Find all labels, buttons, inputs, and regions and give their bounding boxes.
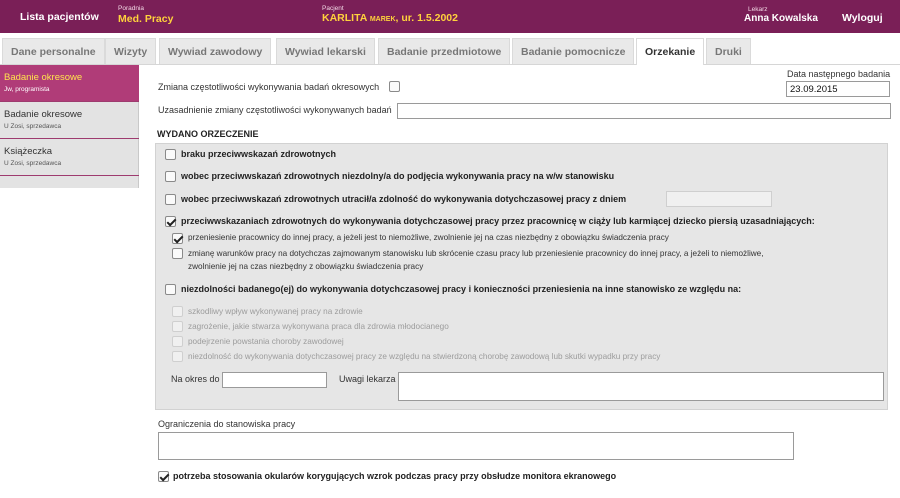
clinic-value: Med. Pracy	[118, 13, 174, 25]
patient-second-name: MAREK	[369, 16, 396, 23]
sidebar-item-subtitle: U Zosi, sprzedawca	[4, 160, 62, 167]
sidebar-item-title: Badanie okresowe	[4, 72, 83, 83]
pregnant-change-conditions-label-2: zwolnienie jej na czas niezbędny z obowi…	[188, 262, 424, 271]
option-unable-to-start-checkbox[interactable]	[165, 171, 176, 182]
patient-list-link[interactable]: Lista pacjentów	[20, 11, 99, 23]
youth-danger-label: zagrożenie, jakie stwarza wykonywana pra…	[188, 322, 449, 331]
option-lost-ability-label: wobec przeciwwskazań zdrowotnych utracił…	[181, 194, 627, 204]
occupational-disease-inability-label: niezdolność do wykonywania dotychczasowe…	[188, 352, 661, 361]
tab-bar: Dane personalne Wizyty Wywiad zawodowy W…	[0, 33, 900, 65]
option-pregnant-label: przeciwwskazaniach zdrowotnych do wykony…	[181, 216, 815, 226]
frequency-change-label: Zmiana częstotliwości wykonywania badań …	[158, 82, 380, 92]
pregnant-transfer-label: przeniesienie pracownicy do innej pracy,…	[188, 233, 669, 242]
justification-input[interactable]	[397, 103, 891, 119]
next-exam-date-label: Data następnego badania	[787, 69, 891, 79]
lost-ability-date-input[interactable]	[666, 191, 772, 207]
sidebar-item-badanie-okresowe-1[interactable]: Badanie okresowe Jw, programista	[0, 65, 139, 102]
patient-name: KARLITA	[322, 12, 367, 24]
next-exam-date-input[interactable]	[786, 81, 890, 97]
restrictions-label: Ograniczenia do stanowiska pracy	[158, 419, 296, 429]
option-inability-transfer-label: niezdolności badanego(ej) do wykonywania…	[181, 284, 742, 294]
sidebar-item-badanie-okresowe-2[interactable]: Badanie okresowe U Zosi, sprzedawca	[0, 102, 139, 139]
logout-button[interactable]: Wyloguj	[842, 12, 883, 24]
doctor-value: Anna Kowalska	[744, 13, 818, 24]
patient-value: KARLITA MAREK, ur. 1.5.2002	[322, 12, 458, 24]
period-until-label: Na okres do	[171, 374, 220, 384]
option-inability-transfer-checkbox[interactable]	[165, 284, 176, 295]
top-bar: Lista pacjentów Poradnia Med. Pracy Pacj…	[0, 0, 900, 33]
frequency-change-checkbox[interactable]	[389, 81, 400, 92]
restrictions-textarea[interactable]	[158, 432, 794, 460]
tab-badanie-przedmiotowe[interactable]: Badanie przedmiotowe	[378, 38, 511, 64]
clinic-label: Poradnia	[118, 5, 145, 12]
sidebar-item-subtitle: Jw, programista	[4, 86, 50, 93]
youth-danger-checkbox	[172, 321, 183, 332]
certificate-options-panel	[155, 143, 888, 410]
justification-label: Uzasadnienie zmiany częstotliwości wykon…	[158, 105, 392, 115]
tab-druki[interactable]: Druki	[706, 38, 751, 64]
tab-wywiad-zawodowy[interactable]: Wywiad zawodowy	[159, 38, 272, 64]
sidebar-item-title: Książeczka	[4, 146, 53, 157]
tab-badanie-pomocnicze[interactable]: Badanie pomocnicze	[512, 38, 635, 64]
doctor-notes-textarea[interactable]	[398, 372, 884, 401]
sidebar-item-subtitle: U Zosi, sprzedawca	[4, 123, 62, 130]
tab-orzekanie[interactable]: Orzekanie	[636, 38, 705, 65]
option-no-contraindications-checkbox[interactable]	[165, 149, 176, 160]
period-until-input[interactable]	[222, 372, 327, 388]
patient-label: Pacjent	[322, 5, 344, 12]
harmful-impact-checkbox	[172, 306, 183, 317]
occupational-disease-suspicion-label: podejrzenie powstania choroby zawodowej	[188, 337, 344, 346]
tab-wywiad-lekarski[interactable]: Wywiad lekarski	[276, 38, 375, 64]
option-unable-to-start-label: wobec przeciwwskazań zdrowotnych niezdol…	[181, 171, 615, 181]
corrective-glasses-checkbox[interactable]	[158, 471, 169, 482]
occupational-disease-inability-checkbox	[172, 351, 183, 362]
option-pregnant-checkbox[interactable]	[165, 216, 176, 227]
patient-dob: , ur. 1.5.2002	[395, 12, 458, 24]
corrective-glasses-label: potrzeba stosowania okularów korygującyc…	[173, 471, 617, 481]
tab-wizyty[interactable]: Wizyty	[105, 38, 157, 64]
sidebar-item-title: Badanie okresowe	[4, 109, 83, 120]
section-title-wydano: WYDANO ORZECZENIE	[157, 129, 259, 139]
doctor-label: Lekarz	[748, 6, 768, 13]
occupational-disease-suspicion-checkbox	[172, 336, 183, 347]
pregnant-transfer-checkbox[interactable]	[172, 233, 183, 244]
doctor-notes-label: Uwagi lekarza	[339, 374, 396, 384]
harmful-impact-label: szkodliwy wpływ wykonywanej pracy na zdr…	[188, 307, 363, 316]
pregnant-change-conditions-checkbox[interactable]	[172, 248, 183, 259]
sidebar-item-ksiazeczka[interactable]: Książeczka U Zosi, sprzedawca	[0, 139, 139, 176]
option-no-contraindications-label: braku przeciwwskazań zdrowotnych	[181, 149, 337, 159]
pregnant-change-conditions-label-1: zmianę warunków pracy na dotychczas zajm…	[188, 249, 764, 258]
tab-dane-personalne[interactable]: Dane personalne	[2, 38, 105, 64]
sidebar: Badanie okresowe Jw, programista Badanie…	[0, 65, 139, 188]
option-lost-ability-checkbox[interactable]	[165, 194, 176, 205]
